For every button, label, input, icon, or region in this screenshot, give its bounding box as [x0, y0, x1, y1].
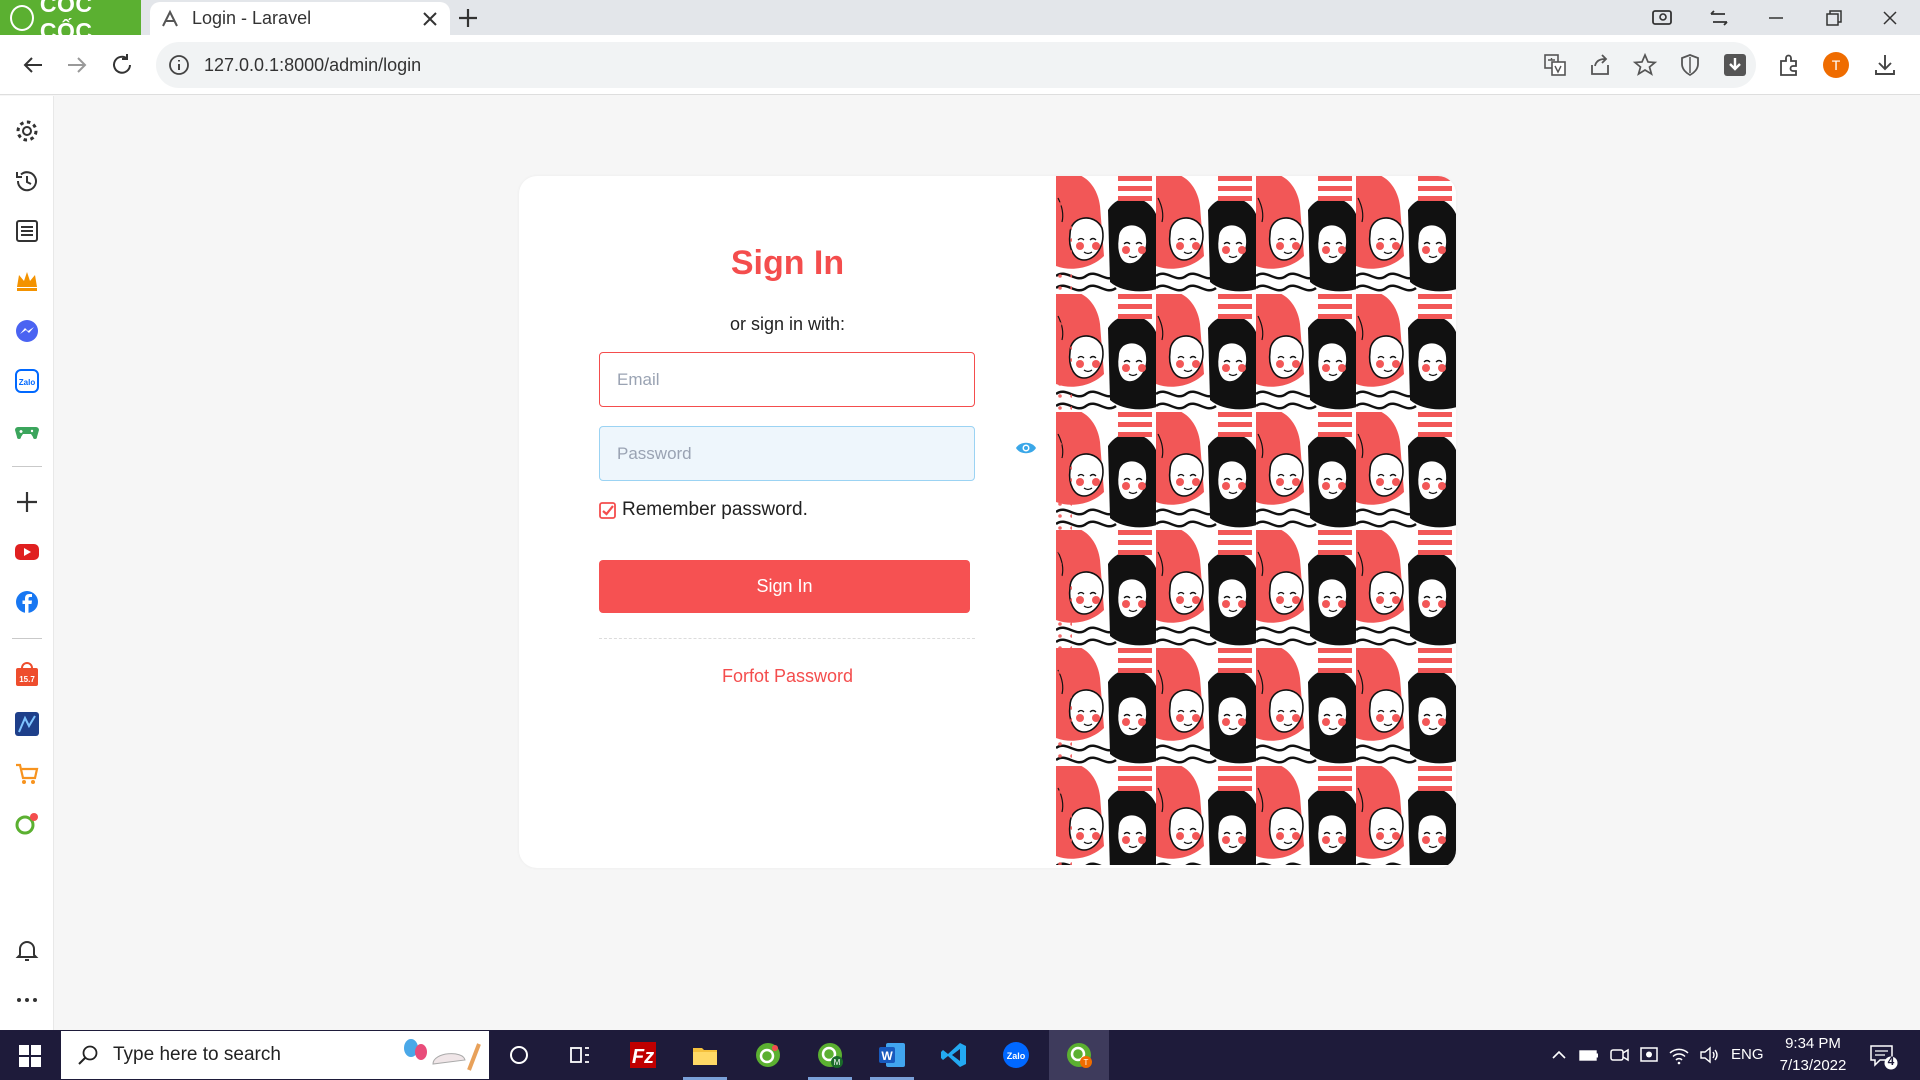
translate-icon[interactable]	[1542, 52, 1568, 78]
wifi-icon[interactable]	[1668, 1044, 1690, 1066]
svg-text:Fz: Fz	[632, 1046, 654, 1068]
word-icon[interactable]: W	[877, 1040, 907, 1070]
language-indicator[interactable]: ENG	[1731, 1046, 1764, 1068]
url-text[interactable]: 127.0.0.1:8000/admin/login	[204, 55, 421, 76]
coccoc-profile-m-icon[interactable]: M	[815, 1040, 845, 1070]
battery-icon[interactable]	[1578, 1044, 1600, 1066]
download-media-icon[interactable]	[1722, 52, 1748, 78]
history-icon[interactable]	[13, 167, 41, 195]
browser-tab[interactable]: Login - Laravel	[150, 2, 450, 35]
password-input[interactable]	[600, 427, 974, 480]
forgot-password-link[interactable]: Forfot Password	[519, 666, 1056, 687]
extensions-icon[interactable]	[1776, 52, 1802, 78]
cortana-icon[interactable]	[504, 1040, 534, 1070]
settings-gear-icon[interactable]	[13, 117, 41, 145]
back-icon[interactable]	[20, 52, 46, 78]
add-shortcut-icon[interactable]	[13, 488, 41, 516]
shopping-bag-icon[interactable]: 15.7	[13, 660, 41, 688]
youtube-icon[interactable]	[13, 538, 41, 566]
crown-icon[interactable]	[13, 267, 41, 295]
svg-text:15.7: 15.7	[19, 675, 35, 684]
taskbar-search-box[interactable]: Type here to search	[61, 1031, 489, 1079]
bookmark-star-icon[interactable]	[1632, 52, 1658, 78]
search-highlight-image	[404, 1039, 481, 1071]
svg-text:Zalo: Zalo	[19, 378, 36, 387]
game-controller-icon[interactable]	[13, 417, 41, 445]
email-input[interactable]	[600, 353, 974, 406]
tab-title: Login - Laravel	[192, 8, 312, 28]
reload-icon[interactable]	[109, 52, 135, 78]
sign-in-button[interactable]: Sign In	[599, 560, 970, 613]
site-info-icon[interactable]	[168, 54, 190, 76]
clock-date: 7/13/2022	[1779, 1057, 1847, 1074]
volume-icon[interactable]	[1698, 1044, 1720, 1066]
screen-recorder-icon[interactable]	[1638, 1044, 1660, 1066]
remember-password-checkbox[interactable]: Remember password.	[599, 499, 808, 521]
facebook-icon[interactable]	[13, 588, 41, 616]
zalo-taskbar-icon[interactable]: Zalo	[1001, 1040, 1031, 1070]
checkbox-checked-icon[interactable]	[599, 501, 616, 519]
show-hidden-icons-chevron-icon[interactable]	[1549, 1044, 1569, 1066]
email-field-wrapper	[599, 352, 975, 407]
show-password-eye-icon[interactable]	[1015, 439, 1037, 457]
sidebar-divider	[12, 466, 42, 467]
windows-start-icon[interactable]	[15, 1041, 45, 1071]
search-icon	[78, 1045, 98, 1065]
reading-list-icon[interactable]	[13, 217, 41, 245]
svg-text:T: T	[1084, 1058, 1089, 1067]
cart-icon[interactable]	[13, 760, 41, 788]
remember-password-label: Remember password.	[622, 499, 808, 520]
sidebar-divider	[12, 638, 42, 639]
coccoc-logo-icon	[10, 4, 34, 31]
vscode-icon[interactable]	[939, 1040, 969, 1070]
login-card: Sign In or sign in with: Remember passwo…	[519, 176, 1456, 868]
coccoc-profile-t-icon[interactable]: T	[1064, 1040, 1094, 1070]
close-window-icon[interactable]	[1876, 4, 1904, 32]
notification-count-badge: 4	[1887, 1054, 1895, 1068]
filezilla-icon[interactable]: Fz	[628, 1040, 658, 1070]
page-title: Sign In	[730, 244, 845, 282]
restore-icon[interactable]	[1819, 4, 1847, 32]
coccoc-extension-icon[interactable]	[13, 810, 41, 838]
form-divider	[599, 638, 975, 639]
notification-bell-icon[interactable]	[13, 936, 41, 964]
laravel-favicon-icon	[162, 9, 178, 26]
tab-search-icon[interactable]	[1705, 4, 1733, 32]
minimize-icon[interactable]	[1762, 4, 1790, 32]
women-illustration-image	[1056, 176, 1456, 865]
share-icon[interactable]	[1587, 52, 1613, 78]
game-app-icon[interactable]	[13, 710, 41, 738]
forward-icon[interactable]	[64, 52, 90, 78]
more-options-icon[interactable]	[13, 986, 41, 1014]
social-signin-text: or sign in with:	[729, 314, 846, 334]
zalo-icon[interactable]: Zalo	[13, 367, 41, 395]
coccoc-taskbar-icon[interactable]	[753, 1040, 783, 1070]
downloads-icon[interactable]	[1872, 52, 1898, 78]
svg-text:M: M	[834, 1058, 841, 1067]
browser-brand-menu[interactable]: CỐC CỐC	[0, 0, 141, 44]
svg-text:T: T	[1832, 57, 1841, 73]
screen-capture-icon[interactable]	[1648, 4, 1676, 32]
svg-text:Zalo: Zalo	[1007, 1051, 1026, 1061]
profile-avatar-icon[interactable]: T	[1823, 52, 1849, 78]
task-view-icon[interactable]	[565, 1040, 595, 1070]
address-bar[interactable]: 127.0.0.1:8000/admin/login	[156, 42, 1756, 88]
password-field-wrapper	[599, 426, 1036, 481]
close-tab-icon[interactable]	[420, 9, 440, 29]
new-tab-icon[interactable]	[456, 6, 480, 30]
svg-text:W: W	[881, 1049, 893, 1063]
file-explorer-icon[interactable]	[690, 1040, 720, 1070]
meet-now-icon[interactable]	[1608, 1044, 1630, 1066]
adblock-shield-icon[interactable]	[1677, 52, 1703, 78]
search-placeholder: Type here to search	[113, 1044, 281, 1065]
messenger-icon[interactable]	[13, 317, 41, 345]
clock-time: 9:34 PM	[1785, 1035, 1841, 1052]
system-clock[interactable]: 9:34 PM 7/13/2022	[1765, 1033, 1861, 1077]
